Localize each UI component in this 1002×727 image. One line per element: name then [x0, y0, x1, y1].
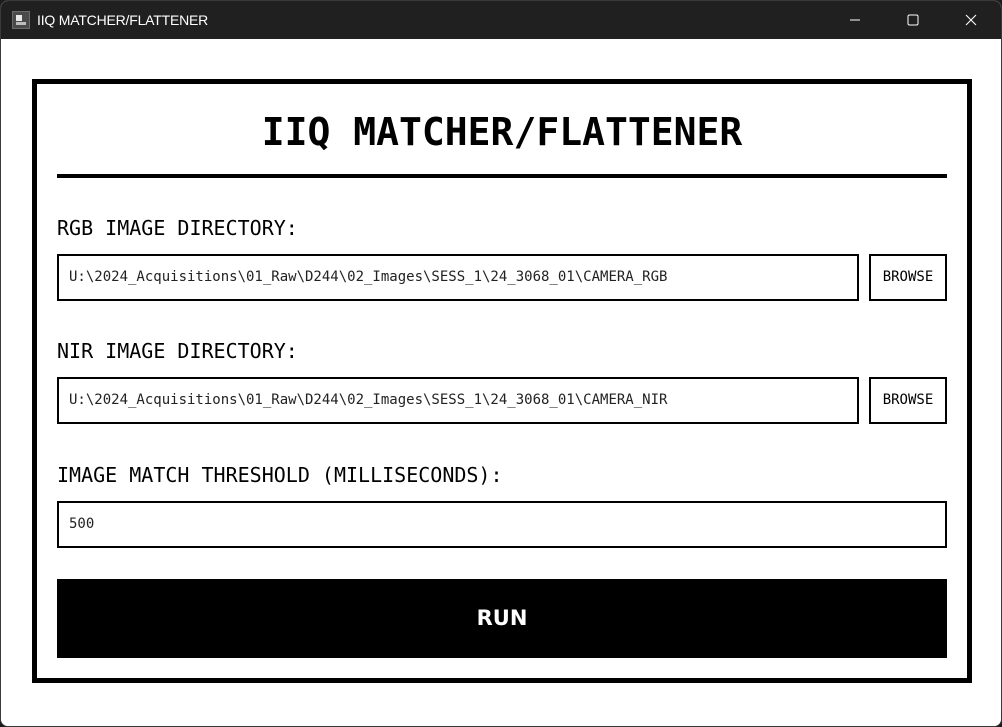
- header-divider: [57, 174, 947, 178]
- maximize-icon: [907, 14, 919, 26]
- maximize-button[interactable]: [884, 1, 942, 39]
- rgb-browse-button[interactable]: BROWSE: [869, 254, 947, 301]
- window-title: IIQ MATCHER/FLATTENER: [37, 12, 209, 28]
- rgb-directory-label: RGB IMAGE DIRECTORY:: [57, 216, 298, 240]
- main-panel: IIQ MATCHER/FLATTENER RGB IMAGE DIRECTOR…: [32, 79, 972, 683]
- threshold-label: IMAGE MATCH THRESHOLD (MILLISECONDS):: [57, 463, 503, 487]
- threshold-input[interactable]: 500: [57, 501, 947, 548]
- app-window: IIQ MATCHER/FLATTENER IIQ MATCHER/FLATTE…: [0, 0, 1002, 727]
- minimize-button[interactable]: [826, 1, 884, 39]
- nir-browse-button[interactable]: BROWSE: [869, 377, 947, 424]
- run-button[interactable]: RUN: [57, 579, 947, 658]
- close-button[interactable]: [942, 1, 1000, 39]
- nir-directory-input[interactable]: U:\2024_Acquisitions\01_Raw\D244\02_Imag…: [57, 377, 859, 424]
- minimize-icon: [850, 19, 860, 21]
- nir-directory-label: NIR IMAGE DIRECTORY:: [57, 339, 298, 363]
- title-bar[interactable]: IIQ MATCHER/FLATTENER: [1, 1, 1001, 39]
- client-area: IIQ MATCHER/FLATTENER RGB IMAGE DIRECTOR…: [1, 39, 1001, 726]
- page-title: IIQ MATCHER/FLATTENER: [261, 110, 743, 154]
- rgb-directory-input[interactable]: U:\2024_Acquisitions\01_Raw\D244\02_Imag…: [57, 254, 859, 301]
- app-icon: [12, 11, 30, 29]
- close-icon: [965, 14, 977, 26]
